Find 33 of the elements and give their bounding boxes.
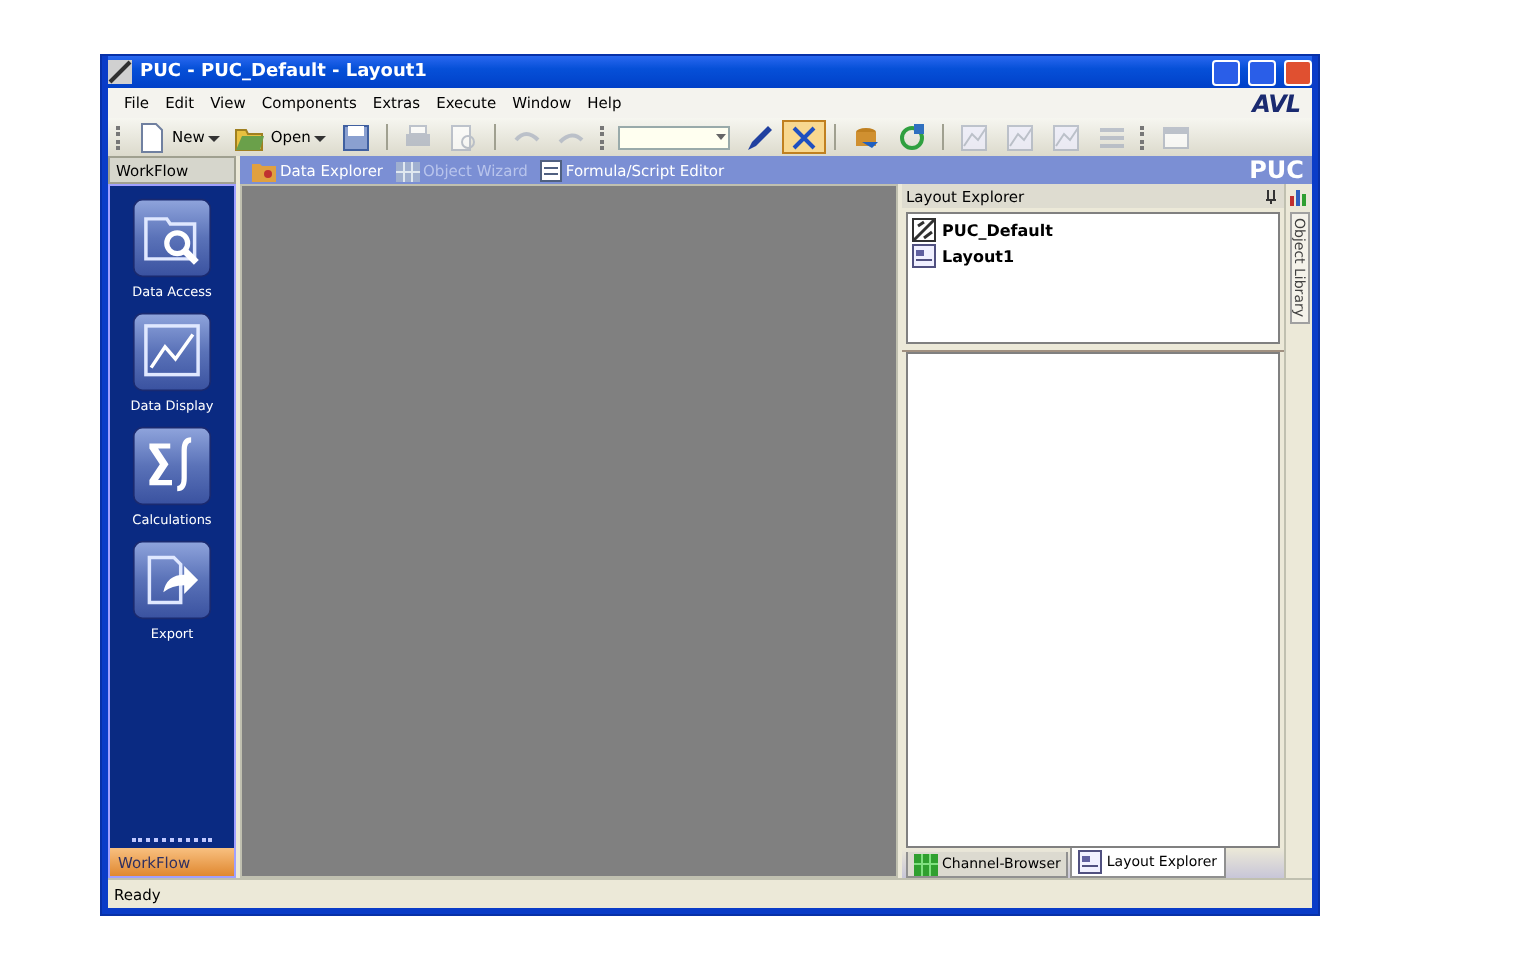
folder-icon bbox=[252, 159, 276, 181]
minimize-button[interactable] bbox=[1212, 59, 1240, 85]
caret-icon[interactable] bbox=[314, 131, 327, 143]
grid-icon bbox=[914, 853, 938, 875]
chart-icon bbox=[958, 121, 991, 153]
caret-icon[interactable] bbox=[208, 131, 221, 143]
page-icon bbox=[539, 159, 562, 181]
app-name: PUC bbox=[1249, 156, 1304, 184]
page-icon bbox=[448, 121, 481, 153]
refresh-icon bbox=[896, 121, 929, 153]
pin-icon[interactable] bbox=[1266, 189, 1276, 203]
layout-icon bbox=[912, 218, 936, 242]
close-button[interactable] bbox=[1284, 59, 1312, 85]
caret-icon bbox=[714, 130, 729, 144]
maximize-button[interactable] bbox=[1248, 59, 1276, 85]
tree-item[interactable]: PUC_Default bbox=[912, 218, 1274, 242]
window-title: PUC - PUC_Default - Layout1 bbox=[140, 62, 429, 82]
chart-icon bbox=[1004, 121, 1037, 153]
logo: AVL bbox=[1252, 89, 1300, 117]
window-icon bbox=[1160, 121, 1193, 153]
layout-icon bbox=[912, 244, 936, 268]
cross-icon bbox=[788, 121, 821, 153]
line-chart-icon[interactable] bbox=[131, 312, 212, 392]
layout-icon bbox=[1078, 850, 1103, 874]
sigma-integral-icon[interactable] bbox=[132, 426, 212, 506]
app-icon bbox=[108, 60, 132, 84]
toolbar-icon-button[interactable] bbox=[782, 120, 827, 154]
chart-icon bbox=[1050, 121, 1083, 153]
grid-icon bbox=[395, 159, 420, 181]
tree-item[interactable]: Layout1 bbox=[912, 244, 1274, 268]
bar-chart-icon bbox=[1290, 188, 1308, 206]
dropdown-field[interactable] bbox=[618, 125, 731, 149]
folder-magnifier-icon[interactable] bbox=[132, 198, 212, 278]
